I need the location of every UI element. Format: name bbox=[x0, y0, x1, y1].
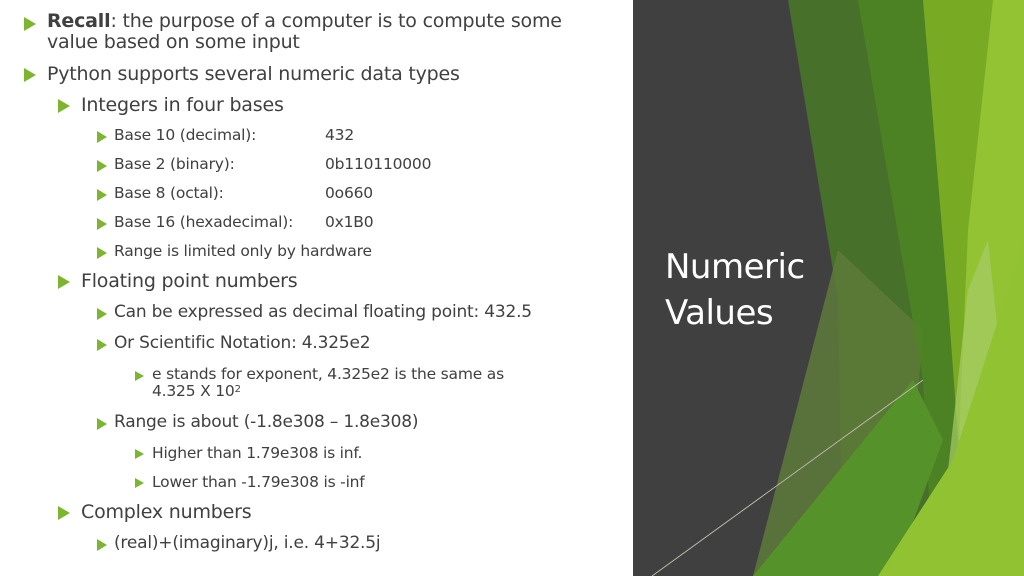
bullet-icon bbox=[97, 308, 107, 320]
bullet-icon bbox=[97, 247, 107, 259]
base-16-label: Base 16 (hexadecimal): bbox=[114, 213, 294, 231]
base-10-label: Base 10 (decimal): bbox=[114, 126, 257, 144]
base-10-value: 432 bbox=[325, 126, 354, 144]
recall-label: Recall bbox=[47, 10, 111, 32]
bullet-float-sci: Or Scientific Notation: 4.325e2 bbox=[114, 333, 371, 353]
bullet-higher: Higher than 1.79e308 is inf. bbox=[152, 444, 363, 462]
bullet-icon bbox=[24, 17, 36, 31]
recall-text-cont: value based on some input bbox=[47, 31, 300, 53]
bullet-recall: Recall: the purpose of a computer is to … bbox=[47, 11, 562, 53]
slide-content: Recall: the purpose of a computer is to … bbox=[0, 0, 633, 576]
bullet-float-decimal: Can be expressed as decimal floating poi… bbox=[114, 302, 532, 322]
base-2-label: Base 2 (binary): bbox=[114, 155, 235, 173]
bullet-python-types: Python supports several numeric data typ… bbox=[47, 63, 460, 85]
bullet-complex-form: (real)+(imaginary)j, i.e. 4+32.5j bbox=[114, 533, 381, 553]
bullet-floats: Floating point numbers bbox=[81, 270, 298, 292]
bullet-icon bbox=[135, 371, 144, 381]
exponent-superscript: 2 bbox=[234, 384, 241, 395]
bullet-integers: Integers in four bases bbox=[81, 94, 284, 116]
base-8-label: Base 8 (octal): bbox=[114, 184, 224, 202]
slide-title: Numeric Values bbox=[665, 244, 805, 336]
bullet-icon bbox=[97, 418, 107, 430]
bullet-lower: Lower than -1.79e308 is -inf bbox=[152, 473, 365, 491]
bullet-icon bbox=[97, 539, 107, 551]
base-8-value: 0o660 bbox=[325, 184, 373, 202]
bullet-icon bbox=[58, 99, 70, 113]
base-2-value: 0b110110000 bbox=[325, 155, 432, 173]
bullet-icon bbox=[97, 189, 107, 201]
bullet-exponent: e stands for exponent, 4.325e2 is the sa… bbox=[152, 366, 504, 400]
exponent-example: 4.325 X 10 bbox=[152, 382, 235, 400]
bullet-icon bbox=[97, 339, 107, 351]
bullet-icon bbox=[24, 68, 36, 82]
bullet-icon bbox=[58, 506, 70, 520]
exponent-text: e stands for exponent, 4.325e2 is the sa… bbox=[152, 365, 504, 383]
bullet-icon bbox=[135, 478, 144, 488]
title-line-2: Values bbox=[665, 293, 774, 333]
bullet-int-range: Range is limited only by hardware bbox=[114, 242, 372, 260]
bullet-complex: Complex numbers bbox=[81, 501, 252, 523]
bullet-icon bbox=[97, 160, 107, 172]
bullet-icon bbox=[135, 449, 144, 459]
recall-text: : the purpose of a computer is to comput… bbox=[110, 10, 562, 32]
bullet-icon bbox=[97, 218, 107, 230]
title-line-1: Numeric bbox=[665, 247, 805, 287]
bullet-icon bbox=[58, 275, 70, 289]
bullet-float-range: Range is about (-1.8e308 – 1.8e308) bbox=[114, 412, 419, 432]
base-16-value: 0x1B0 bbox=[325, 213, 374, 231]
bullet-icon bbox=[97, 131, 107, 143]
